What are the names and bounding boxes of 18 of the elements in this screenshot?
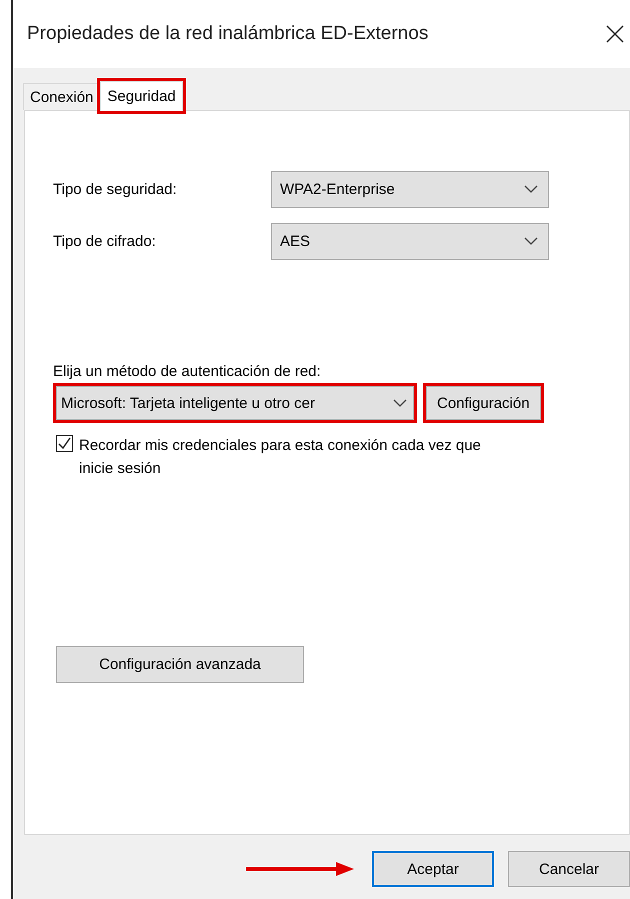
checkbox-label: Recordar mis credenciales para esta conexión cada vez que inicie sesión: [79, 436, 482, 479]
advanced-settings-button[interactable]: Configuración avanzada: [56, 646, 304, 683]
security-type-dropdown[interactable]: WPA2-Enterprise: [271, 171, 549, 208]
encryption-type-dropdown[interactable]: AES: [271, 223, 549, 260]
dialog-button[interactable]: Cancelar: [508, 851, 630, 887]
chevron-icon: [524, 237, 538, 246]
settings-button[interactable]: Configuración: [426, 386, 541, 420]
dialog-button[interactable]: Aceptar: [372, 851, 494, 887]
field-label: Tipo de seguridad:: [53, 181, 178, 198]
chevron-icon: [393, 398, 407, 408]
field-label: Elija un método de autenticación de red:: [53, 363, 322, 380]
auth-method-dropdown[interactable]: Microsoft: Tarjeta inteligente u otro cer: [56, 386, 414, 420]
checkbox[interactable]: [56, 435, 73, 452]
chevron-icon: [524, 185, 538, 194]
field-label: Tipo de cifrado:: [53, 233, 157, 250]
window-title: Propiedades de la red inalámbrica ED-Externos: [27, 23, 428, 45]
tab[interactable]: Seguridad: [100, 81, 183, 111]
close-icon[interactable]: [606, 25, 624, 43]
